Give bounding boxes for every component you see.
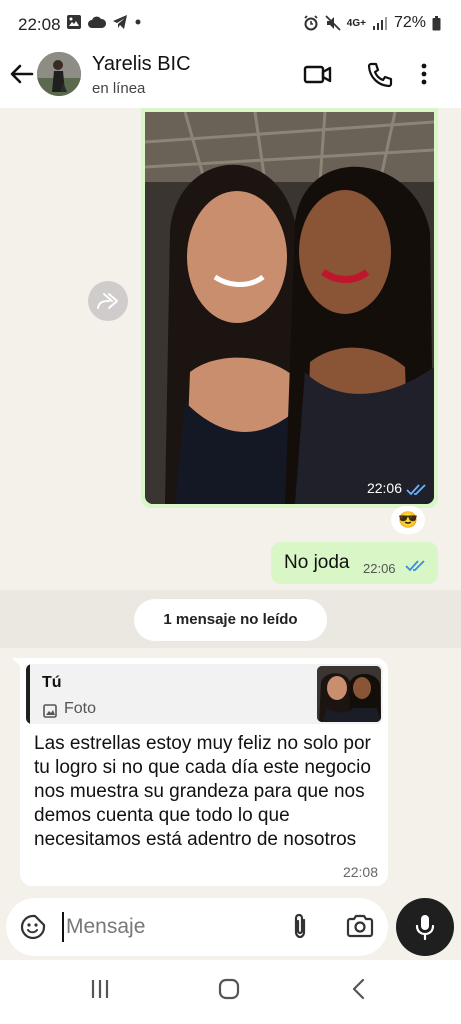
signal-icon <box>372 17 387 30</box>
outgoing-text: No joda <box>284 552 350 573</box>
quote-author: Tú <box>42 674 62 691</box>
more-vert-icon[interactable] <box>418 60 430 88</box>
reaction-emoji: 😎 <box>398 512 418 529</box>
quote-thumbnail <box>317 666 381 722</box>
camera-icon[interactable] <box>346 914 374 938</box>
avatar[interactable] <box>37 52 81 96</box>
quoted-message[interactable]: Tú Foto <box>26 664 383 724</box>
forward-icon <box>97 293 118 309</box>
mute-icon <box>325 15 341 31</box>
photo-timestamp: 22:06 <box>366 480 402 496</box>
photo-icon <box>43 704 57 718</box>
message-input-container[interactable] <box>6 898 388 956</box>
alarm-icon <box>304 15 318 31</box>
chat-area[interactable]: 22:06 😎 No joda 22:06 1 mensaje no leído… <box>0 108 461 898</box>
message-input[interactable] <box>62 912 282 942</box>
sticker-icon[interactable] <box>20 914 46 940</box>
back-nav-icon[interactable] <box>350 978 366 1000</box>
system-navigation-bar <box>0 960 461 1024</box>
forward-button[interactable] <box>88 281 128 321</box>
outgoing-photo-message[interactable]: 22:06 <box>141 108 438 508</box>
unread-divider: 1 mensaje no leído <box>0 590 461 648</box>
attach-icon[interactable] <box>288 912 312 940</box>
home-icon[interactable] <box>218 978 240 1000</box>
status-bar: 22:08 4G+ 72% <box>0 0 461 50</box>
quote-accent-bar <box>26 664 30 724</box>
battery-label: 72% <box>393 14 426 31</box>
telegram-icon <box>113 15 127 29</box>
quote-type: Foto <box>64 700 97 717</box>
contact-status: en línea <box>92 80 146 97</box>
shared-photo[interactable]: 22:06 <box>145 112 434 504</box>
status-notification-icons <box>66 14 142 30</box>
message-composer <box>0 898 461 960</box>
status-system-icons: 4G+ 72% <box>303 14 441 32</box>
contact-name[interactable]: Yarelis BIC <box>92 53 191 76</box>
voice-record-button[interactable] <box>396 898 454 956</box>
outgoing-text-message[interactable]: No joda 22:06 <box>271 542 438 584</box>
read-receipt-icon <box>405 560 425 572</box>
unread-messages-badge: 1 mensaje no leído <box>134 599 327 641</box>
network-label: 4G+ <box>346 17 366 29</box>
battery-icon <box>432 15 441 30</box>
video-call-icon[interactable] <box>303 60 333 88</box>
status-time: 22:08 <box>18 15 61 34</box>
phone-icon[interactable] <box>365 60 395 88</box>
image-icon <box>67 15 81 29</box>
read-receipt-icon <box>406 484 426 496</box>
microphone-icon <box>415 915 435 941</box>
incoming-text: Las estrellas estoy muy feliz no solo po… <box>34 733 371 850</box>
back-arrow-icon[interactable] <box>8 60 36 88</box>
incoming-text-message[interactable]: Tú Foto Las estrellas estoy muy feliz no… <box>20 658 388 886</box>
reaction-badge[interactable]: 😎 <box>391 506 425 534</box>
chat-header: Yarelis BIC en línea <box>0 50 461 108</box>
dot-icon <box>135 19 141 25</box>
cloud-icon <box>88 16 106 28</box>
recent-apps-icon[interactable] <box>90 978 110 1000</box>
incoming-timestamp: 22:08 <box>342 864 378 880</box>
outgoing-timestamp: 22:06 <box>363 561 396 576</box>
